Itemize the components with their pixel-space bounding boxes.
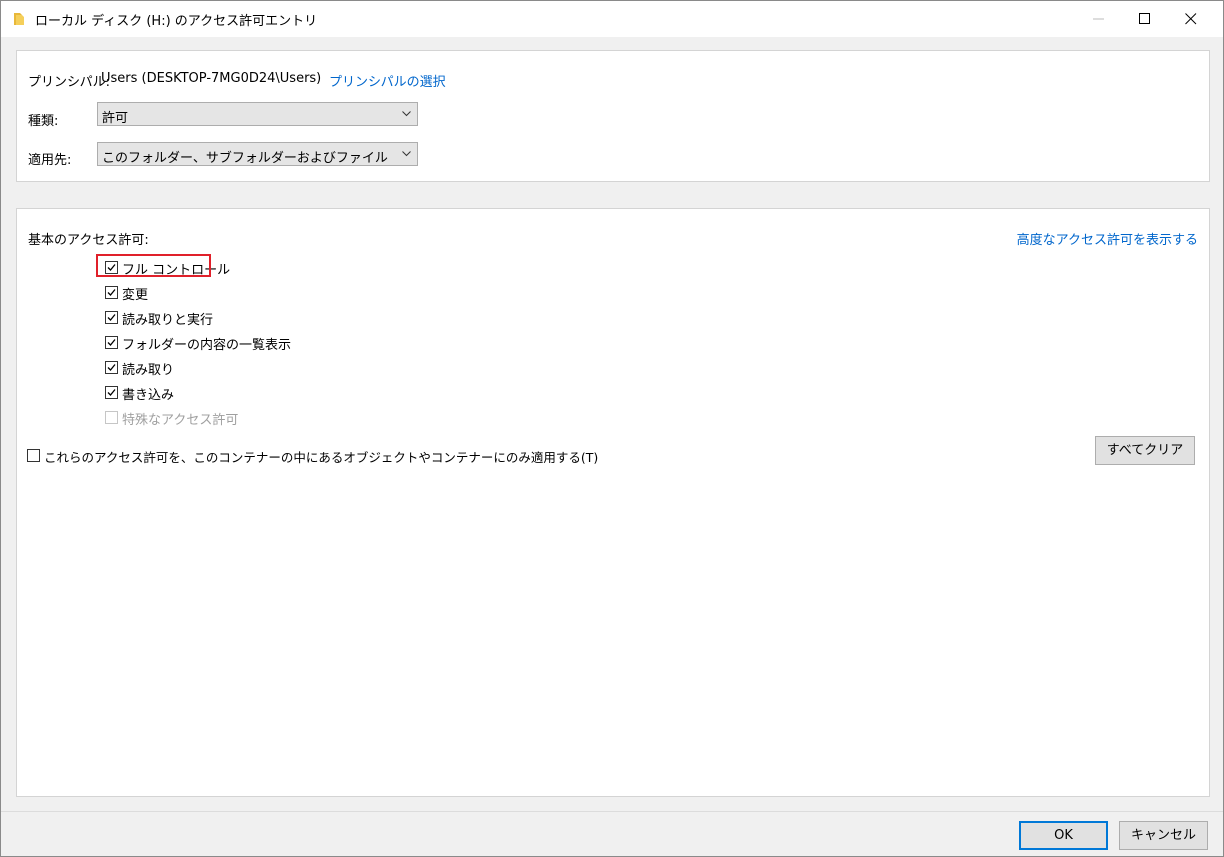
permission-label: 読み取りと実行 xyxy=(122,313,214,328)
applies-to-select[interactable]: このフォルダー、サブフォルダーおよびファイル xyxy=(97,142,418,166)
permission-entry-dialog: ローカル ディスク (H:) のアクセス許可エントリ プリンシパル: Users… xyxy=(0,0,1224,857)
checkbox[interactable] xyxy=(105,361,118,374)
ok-button[interactable]: OK xyxy=(1019,821,1108,850)
close-button[interactable] xyxy=(1168,1,1214,37)
permission-label: フォルダーの内容の一覧表示 xyxy=(122,338,292,353)
folder-icon xyxy=(13,12,25,26)
applies-to-label: 適用先: xyxy=(28,153,72,168)
checkmark-icon xyxy=(107,389,116,396)
show-advanced-permissions-link[interactable]: 高度なアクセス許可を表示する xyxy=(1017,229,1198,248)
highlight-annotation xyxy=(96,254,211,277)
checkbox[interactable] xyxy=(105,286,118,299)
apply-only-container-label: これらのアクセス許可を、このコンテナーの中にあるオブジェクトやコンテナーにのみ適… xyxy=(44,450,599,465)
type-label: 種類: xyxy=(28,114,59,129)
cancel-button[interactable]: キャンセル xyxy=(1119,821,1208,850)
principal-label: プリンシパル: xyxy=(28,75,110,90)
chevron-down-icon xyxy=(402,111,411,117)
checkbox[interactable] xyxy=(105,336,118,349)
type-select[interactable]: 許可 xyxy=(97,102,418,126)
checkbox[interactable] xyxy=(105,311,118,324)
window-title: ローカル ディスク (H:) のアクセス許可エントリ xyxy=(35,14,318,29)
permission-label: 変更 xyxy=(122,288,149,303)
footer-divider xyxy=(1,811,1223,812)
checkbox xyxy=(105,411,118,424)
type-select-value: 許可 xyxy=(102,111,129,126)
principal-value: Users (DESKTOP-7MG0D24\Users) xyxy=(101,71,322,86)
checkbox[interactable] xyxy=(27,449,40,462)
checkbox[interactable] xyxy=(105,386,118,399)
maximize-icon xyxy=(1139,13,1150,24)
close-icon xyxy=(1185,13,1197,25)
chevron-down-icon xyxy=(402,151,411,157)
permission-label: 読み取り xyxy=(122,363,175,378)
permission-label: 特殊なアクセス許可 xyxy=(122,413,239,428)
permission-label: 書き込み xyxy=(122,388,175,403)
checkmark-icon xyxy=(107,314,116,321)
basic-permissions-heading: 基本のアクセス許可: xyxy=(28,233,149,248)
maximize-button[interactable] xyxy=(1122,1,1168,37)
title-bar[interactable]: ローカル ディスク (H:) のアクセス許可エントリ xyxy=(1,1,1223,37)
checkmark-icon xyxy=(107,364,116,371)
principal-panel: プリンシパル: Users (DESKTOP-7MG0D24\Users) プリ… xyxy=(16,50,1210,182)
minimize-button[interactable] xyxy=(1076,1,1122,37)
applies-to-select-value: このフォルダー、サブフォルダーおよびファイル xyxy=(102,151,388,166)
checkmark-icon xyxy=(107,289,116,296)
checkmark-icon xyxy=(107,339,116,346)
clear-all-button[interactable]: すべてクリア xyxy=(1095,436,1195,465)
basic-permissions-panel: 基本のアクセス許可: 高度なアクセス許可を表示する フル コントロール 変更 読… xyxy=(16,208,1210,797)
minimize-icon xyxy=(1093,18,1104,20)
select-principal-link[interactable]: プリンシパルの選択 xyxy=(329,71,446,90)
